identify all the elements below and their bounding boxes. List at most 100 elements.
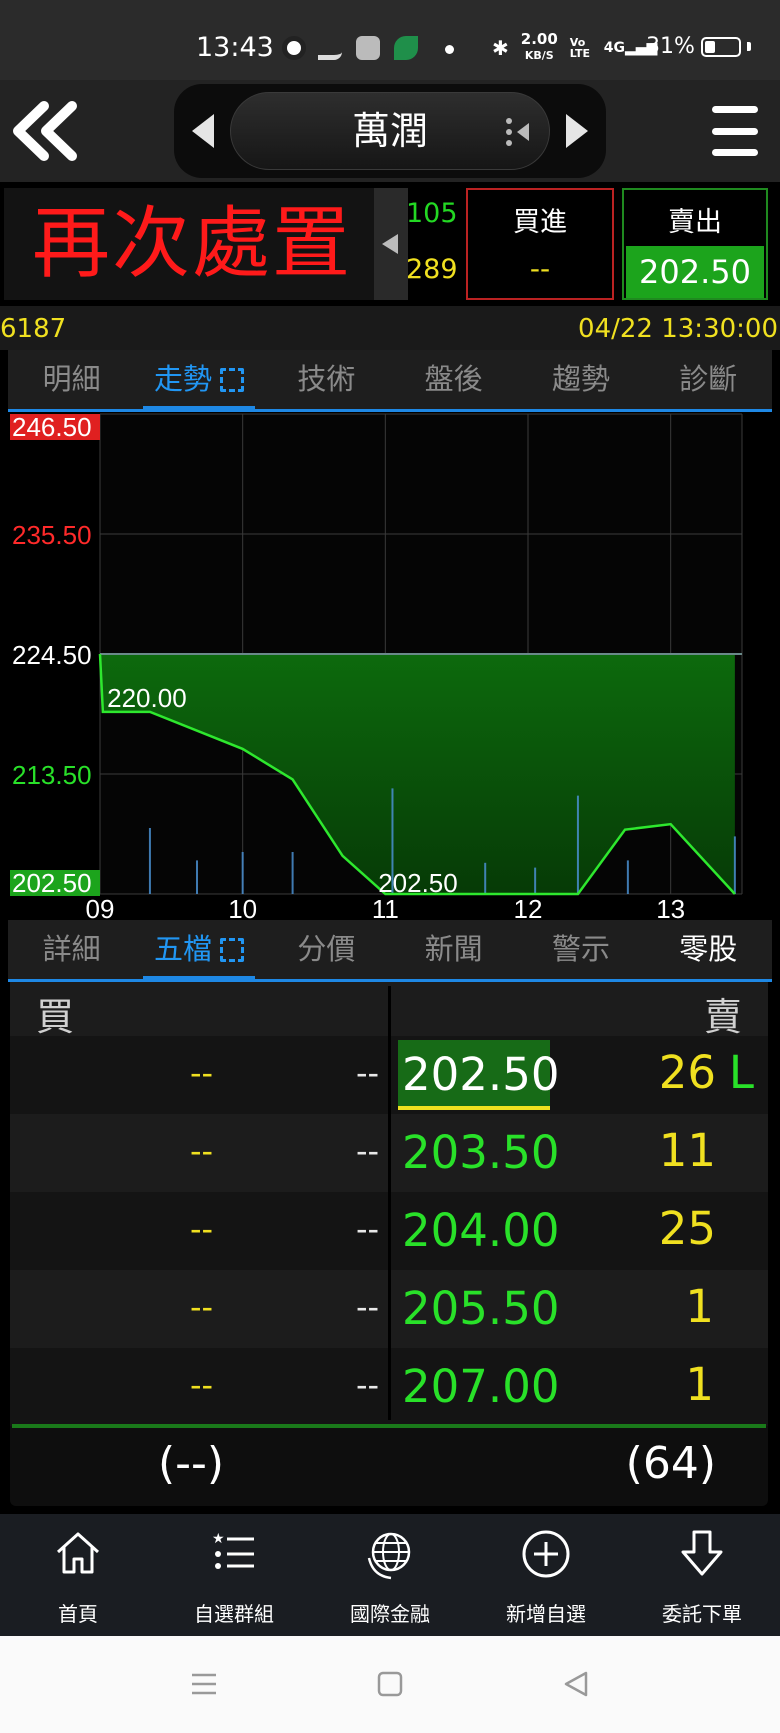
shoe-notification-icon: [318, 36, 342, 60]
quote-datetime: 04/22 13:30:00: [578, 314, 778, 344]
book-tabs: 詳細 五檔 分價 新聞 警示 零股: [8, 920, 772, 982]
ask-price[interactable]: 204.00: [398, 1196, 559, 1266]
tab-tendency[interactable]: 趨勢: [517, 350, 644, 409]
bid-qty: --: [190, 1054, 214, 1092]
nav-label: 首頁: [58, 1602, 98, 1626]
list-icon: ★: [212, 1531, 254, 1569]
recents-menu-icon[interactable]: [190, 1670, 218, 1698]
sell-label: 賣出: [668, 207, 722, 238]
caret-left-icon: [382, 234, 398, 254]
tab-alerts[interactable]: 警示: [517, 920, 644, 979]
ask-qty: 11: [658, 1124, 716, 1177]
x-tick-label: 12: [514, 894, 543, 920]
tab-after-hours[interactable]: 盤後: [390, 350, 517, 409]
stock-switcher: 萬潤: [174, 84, 606, 178]
nav-label: 新增自選: [506, 1602, 586, 1626]
tab-detail[interactable]: 明細: [8, 350, 135, 409]
home-square-icon[interactable]: [377, 1670, 403, 1698]
intraday-chart-svg: 246.50235.50224.50213.50202.5009 10 11 12 13…: [8, 412, 770, 924]
volume-top: 105: [406, 198, 458, 229]
bid-qty: --: [190, 1132, 214, 1170]
tab-technical[interactable]: 技術: [263, 350, 390, 409]
net-speed-value: 2.00: [520, 30, 558, 48]
add-circle-icon: [522, 1530, 570, 1578]
bid-price: --: [356, 1054, 380, 1092]
globe-icon: [367, 1532, 411, 1580]
stock-code: 6187: [0, 314, 67, 344]
tab-details[interactable]: 詳細: [8, 920, 135, 979]
expand-icon[interactable]: [220, 368, 244, 392]
intraday-chart[interactable]: 246.50 235.50 224.50 213.50 202.50 09 10 11 12 13…: [0, 412, 780, 924]
nav-place-order[interactable]: 委託下單: [624, 1514, 780, 1636]
y-tick-label: 213.50: [12, 760, 92, 790]
back-double-chevron-icon[interactable]: [10, 98, 80, 164]
y-tick-label: 224.50: [12, 640, 92, 670]
bid-price: --: [356, 1288, 380, 1326]
battery-icon: [700, 36, 741, 57]
bid-qty: --: [190, 1366, 214, 1404]
bottom-navigation: 首頁 ★ 自選群組 國際金融 新增自選 委託下單: [0, 1514, 780, 1636]
book-separator: [12, 1424, 766, 1428]
nav-label: 委託下單: [662, 1602, 742, 1626]
quote-panel: 再次處置 105 289 買進 -- 賣出 202.50: [0, 182, 780, 304]
ask-total: (64): [625, 1438, 716, 1489]
nav-watchlist-groups[interactable]: ★ 自選群組: [156, 1514, 312, 1636]
x-tick-label: 13: [656, 894, 685, 920]
ask-price[interactable]: 207.00: [398, 1352, 559, 1422]
status-bar: 13:43 ✱ 2.00 KB/S Vo LTE 4G▂▄▆ 31%: [0, 0, 780, 80]
bid-price: --: [356, 1132, 380, 1170]
tab-odd-lot[interactable]: 零股: [645, 920, 772, 979]
nav-add-watchlist[interactable]: 新增自選: [468, 1514, 624, 1636]
next-stock-arrow-icon[interactable]: [566, 114, 588, 148]
order-arrow-icon: [681, 1530, 723, 1576]
tab-five-levels[interactable]: 五檔: [135, 920, 262, 982]
limit-flag: L: [728, 1046, 754, 1099]
home-icon: [56, 1532, 100, 1574]
hamburger-menu-icon[interactable]: [712, 106, 758, 156]
nav-label: 國際金融: [350, 1602, 430, 1626]
sell-column-header: 賣: [703, 995, 742, 1039]
bid-price: --: [356, 1210, 380, 1248]
chart-tabs: 明細 走勢 技術 盤後 趨勢 診斷: [8, 350, 772, 412]
prev-stock-arrow-icon[interactable]: [192, 114, 214, 148]
ask-price[interactable]: 203.50: [398, 1118, 559, 1188]
disposition-status: 再次處置: [4, 188, 374, 300]
x-tick-label: 09: [86, 894, 115, 920]
buy-value: --: [529, 252, 551, 285]
nav-global-finance[interactable]: 國際金融: [312, 1514, 468, 1636]
buy-button[interactable]: 買進 --: [466, 188, 614, 300]
bid-price: --: [356, 1366, 380, 1404]
volte-icon: Vo LTE: [569, 35, 590, 60]
nav-label: 自選群組: [194, 1602, 274, 1626]
buy-label: 買進: [513, 207, 567, 238]
ask-price[interactable]: 205.50: [398, 1274, 559, 1344]
back-triangle-icon[interactable]: [562, 1670, 590, 1698]
expand-icon[interactable]: [220, 938, 244, 962]
order-book: 買 賣 -- -- 202.50 26 L -- -- 203.50 11 --…: [10, 982, 768, 1506]
info-row: 6187 04/22 13:30:00: [0, 306, 780, 350]
svg-text:★: ★: [212, 1531, 225, 1547]
sell-button[interactable]: 賣出 202.50: [622, 188, 768, 300]
collapse-toggle[interactable]: [374, 188, 408, 300]
tab-price-volume[interactable]: 分價: [263, 920, 390, 979]
bid-total: (--): [158, 1438, 225, 1489]
y-tick-label: 246.50: [12, 412, 92, 442]
bid-qty: --: [190, 1210, 214, 1248]
app-notification-icon: [282, 36, 306, 60]
tab-news[interactable]: 新聞: [390, 920, 517, 979]
leaf-notification-icon: [394, 36, 418, 60]
ask-qty: 25: [658, 1202, 716, 1255]
battery-percent: 31%: [646, 34, 695, 59]
status-time: 13:43: [196, 32, 274, 63]
ask-price[interactable]: 202.50: [398, 1040, 559, 1110]
tab-diagnosis[interactable]: 診斷: [645, 350, 772, 409]
drag-handle-icon[interactable]: [505, 117, 533, 147]
net-speed-unit: KB/S: [524, 49, 554, 62]
more-notifications-dot: [445, 45, 454, 54]
nav-home[interactable]: 首頁: [0, 1514, 156, 1636]
tab-trend[interactable]: 走勢: [135, 350, 262, 412]
stock-title[interactable]: 萬潤: [230, 92, 550, 170]
book-divider: [388, 986, 391, 1420]
sell-value: 202.50: [626, 246, 764, 298]
ask-qty: 26: [658, 1046, 716, 1099]
